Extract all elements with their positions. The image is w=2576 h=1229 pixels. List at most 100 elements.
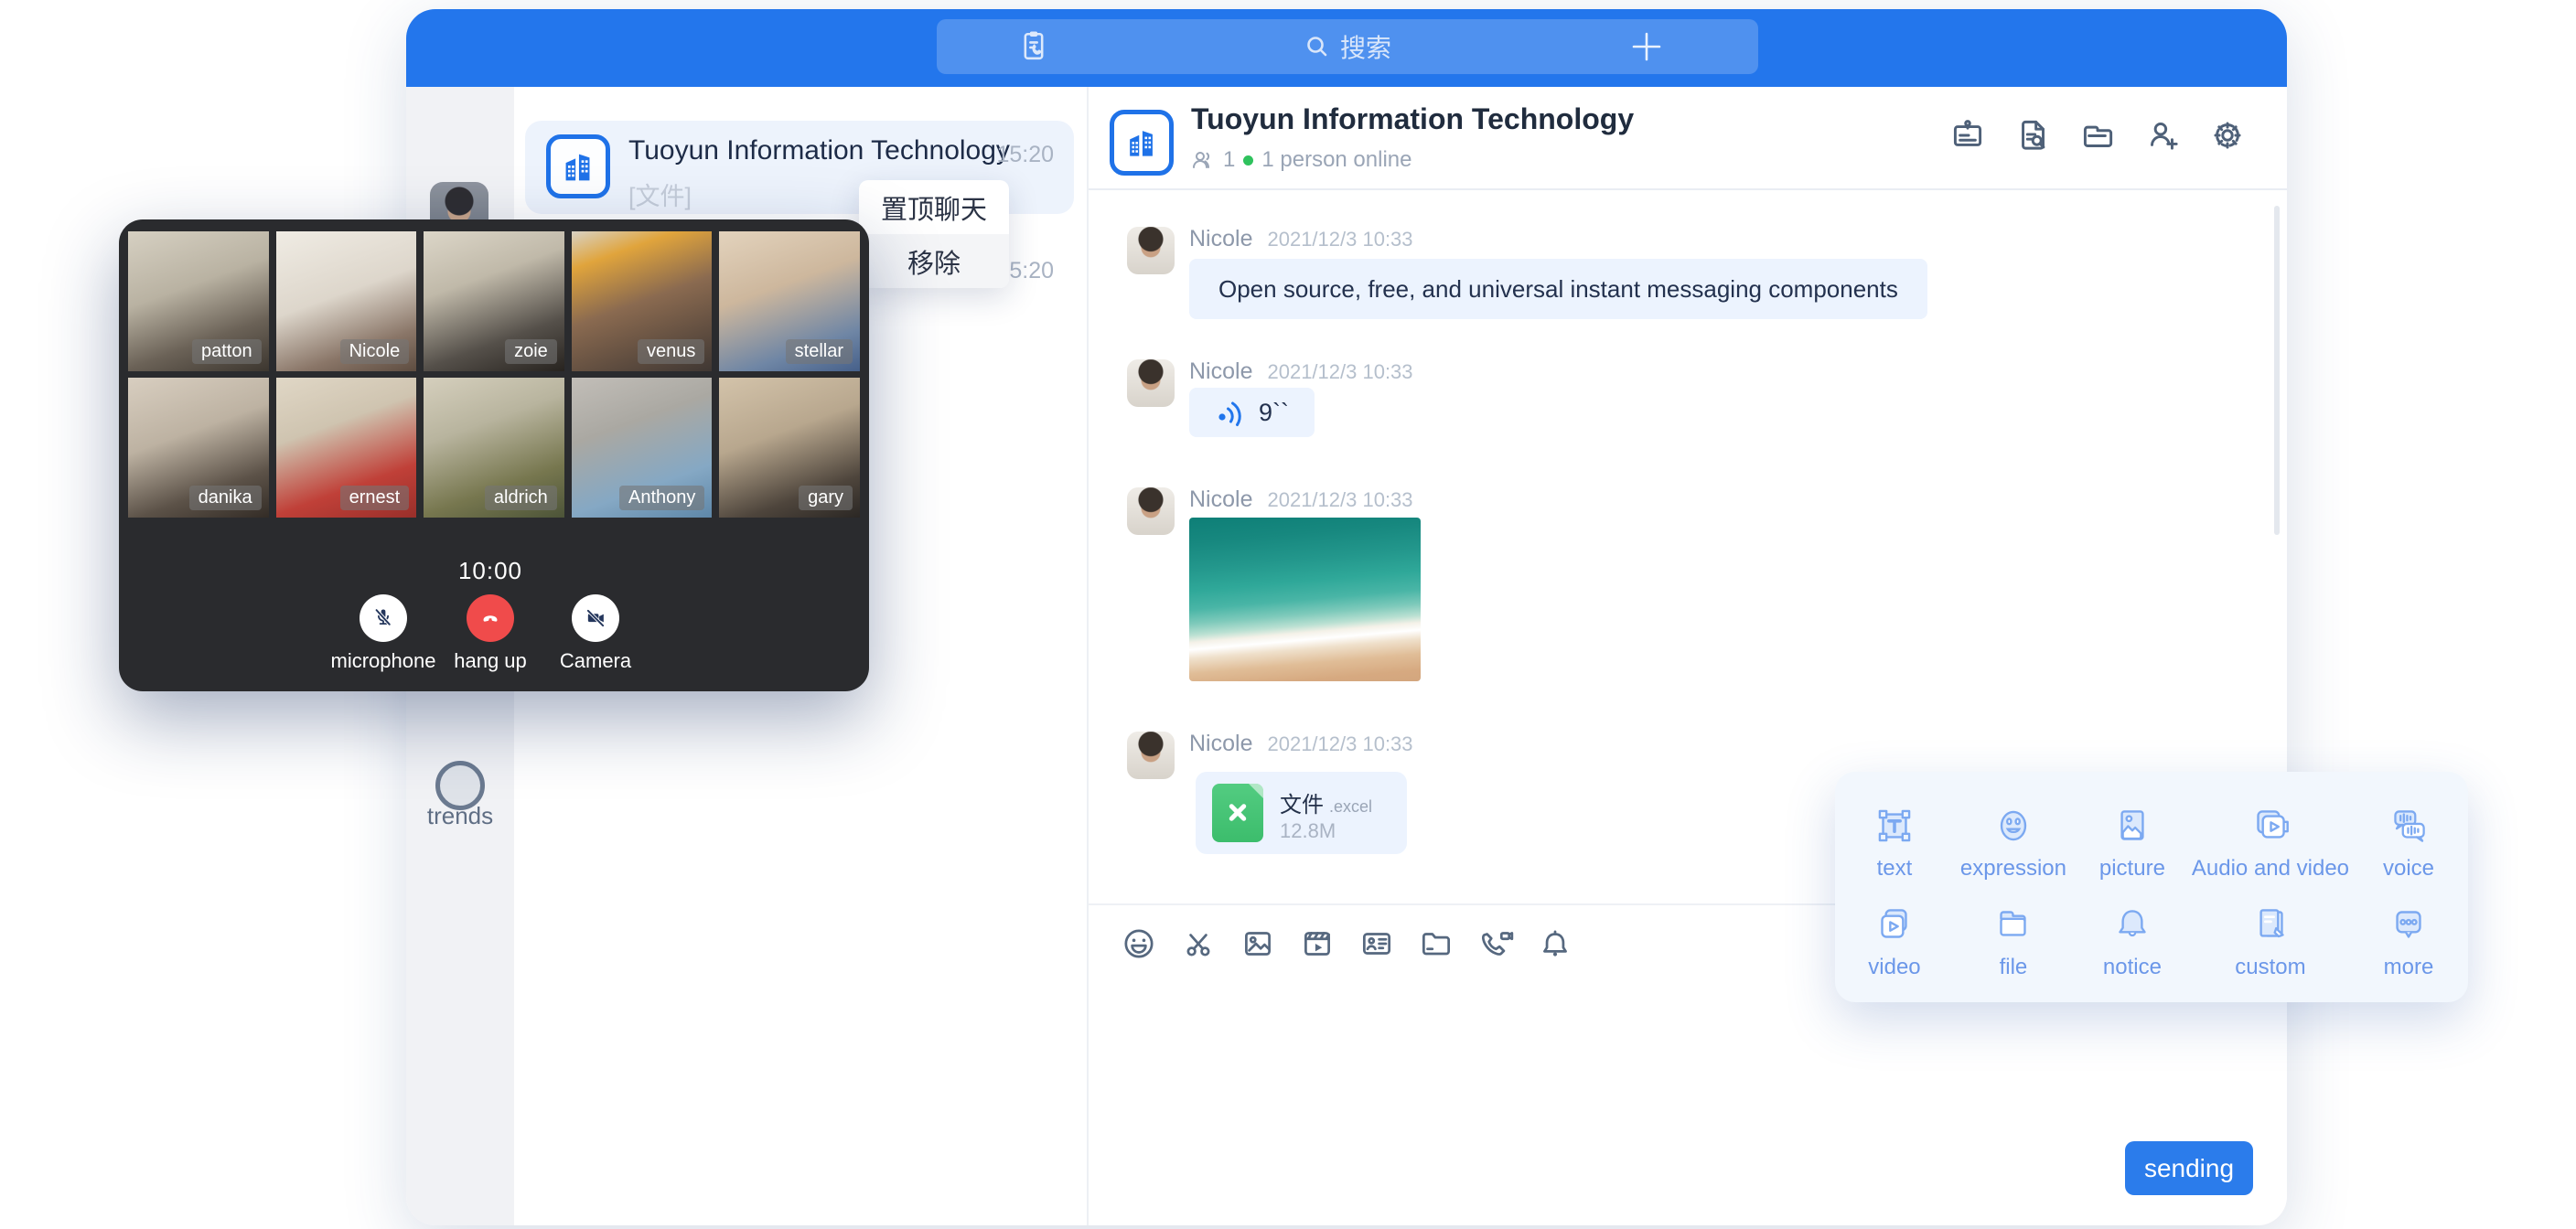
text-icon: [1870, 801, 1919, 850]
search-placeholder: 搜索: [1340, 28, 1391, 65]
participant-name: zoie: [505, 339, 557, 364]
video-tile[interactable]: Nicole: [276, 231, 417, 371]
feature-notice[interactable]: notice: [2073, 891, 2192, 989]
video-tile[interactable]: venus: [572, 231, 713, 371]
microphone-mute-button[interactable]: [360, 594, 407, 642]
voice-icon: [2384, 801, 2433, 850]
participant-name: aldrich: [485, 486, 557, 510]
conversation-time: 15:20: [996, 142, 1054, 168]
video-tile[interactable]: zoie: [424, 231, 564, 371]
sender-avatar[interactable]: [1127, 227, 1175, 274]
file-folder-icon[interactable]: [1417, 924, 1455, 963]
participant-name: stellar: [786, 339, 853, 364]
image-icon[interactable]: [1239, 924, 1277, 963]
send-button[interactable]: sending: [2125, 1141, 2253, 1195]
sender-avatar[interactable]: [1127, 487, 1175, 535]
online-dot: [1243, 155, 1253, 166]
chat-header-actions: [1947, 114, 2249, 158]
file-bubble[interactable]: 文件 .excel 12.8M: [1196, 772, 1407, 854]
sender-name: Nicole: [1189, 731, 1252, 757]
video-tile[interactable]: stellar: [719, 231, 860, 371]
feature-audio-video[interactable]: Audio and video: [2192, 792, 2349, 891]
file-size: 12.8M: [1280, 819, 1336, 843]
video-tile[interactable]: ernest: [276, 378, 417, 518]
hang-up-button[interactable]: [467, 594, 514, 642]
camera-off-button[interactable]: [572, 594, 619, 642]
participant-name: Nicole: [340, 339, 410, 364]
feature-label: voice: [2383, 856, 2434, 882]
emoji-icon[interactable]: [1120, 924, 1158, 963]
scrollbar[interactable]: [2274, 206, 2280, 535]
feature-label: video: [1868, 955, 1920, 980]
participant-name: venus: [638, 339, 704, 364]
conversation-last-message: [文件]: [628, 176, 692, 212]
trends-label[interactable]: trends: [406, 802, 514, 830]
feature-custom[interactable]: custom: [2192, 891, 2349, 989]
excel-file-icon: [1212, 784, 1263, 842]
sender-avatar[interactable]: [1127, 359, 1175, 407]
participant-name: gary: [799, 486, 853, 510]
participant-name: Anthony: [619, 486, 704, 510]
message-time: 2021/12/3 10:33: [1267, 488, 1412, 512]
participant-name: ernest: [340, 486, 410, 510]
participant-name: danika: [189, 486, 262, 510]
feature-label: Audio and video: [2192, 856, 2349, 882]
feature-voice[interactable]: voice: [2349, 792, 2468, 891]
top-bar: 搜索: [406, 9, 2287, 87]
feature-label: expression: [1960, 856, 2066, 882]
feature-label: custom: [2235, 955, 2305, 980]
video-clip-icon[interactable]: [1298, 924, 1336, 963]
video-tile[interactable]: aldrich: [424, 378, 564, 518]
members-icon: [1191, 149, 1215, 171]
search-bar[interactable]: 搜索: [937, 19, 1758, 74]
menu-item-pin-chat[interactable]: 置顶聊天: [859, 180, 1009, 234]
context-menu: 置顶聊天 移除: [859, 180, 1009, 288]
feature-file[interactable]: file: [1954, 891, 2073, 989]
add-member-icon[interactable]: [2141, 114, 2184, 156]
message-type-panel: text expression picture: [1835, 772, 2468, 1002]
notification-bell-icon[interactable]: [1536, 924, 1574, 963]
chat-history-search-icon[interactable]: [2012, 114, 2054, 156]
participant-grid: patton Nicole zoie venus stellar danika …: [128, 231, 860, 518]
feature-more[interactable]: more: [2349, 891, 2468, 989]
file-extension: .excel: [1329, 797, 1372, 816]
screenshot-scissors-icon[interactable]: [1179, 924, 1218, 963]
chat-subtitle: 1 1 person online: [1191, 147, 1411, 173]
online-status: 1 person online: [1261, 147, 1411, 173]
feature-video[interactable]: video: [1835, 891, 1954, 989]
sender-avatar[interactable]: [1127, 732, 1175, 779]
sender-name: Nicole: [1189, 486, 1252, 513]
audio-video-icon: [2246, 801, 2295, 850]
group-notice-icon[interactable]: [1947, 114, 1989, 156]
custom-icon: [2246, 900, 2295, 949]
chat-title: Tuoyun Information Technology: [1191, 102, 1634, 136]
video-tile[interactable]: patton: [128, 231, 269, 371]
add-icon[interactable]: [1627, 27, 1666, 66]
feature-picture[interactable]: picture: [2073, 792, 2192, 891]
beach-photo-message[interactable]: [1189, 518, 1421, 681]
feature-text[interactable]: text: [1835, 792, 1954, 891]
voice-bubble[interactable]: 9``: [1189, 388, 1315, 437]
group-files-icon[interactable]: [2077, 114, 2119, 156]
camera-label: Camera: [504, 649, 687, 673]
video-tile[interactable]: Anthony: [572, 378, 713, 518]
group-avatar-icon: [1110, 110, 1174, 176]
group-avatar-icon: [546, 134, 610, 198]
text-bubble[interactable]: Open source, free, and universal instant…: [1189, 259, 1927, 319]
menu-item-remove[interactable]: 移除: [859, 234, 1009, 288]
file-name: 文件: [1280, 793, 1324, 818]
contact-card-icon[interactable]: [1358, 924, 1396, 963]
settings-gear-icon[interactable]: [2206, 114, 2249, 156]
member-count: 1: [1223, 147, 1235, 173]
video-tile[interactable]: danika: [128, 378, 269, 518]
voice-wave-icon: [1215, 397, 1246, 428]
participant-name: patton: [192, 339, 262, 364]
video-call-icon[interactable]: [1476, 924, 1515, 963]
chat-header: Tuoyun Information Technology 1 1 person…: [1089, 87, 2287, 190]
video-tile[interactable]: gary: [719, 378, 860, 518]
notice-bell-icon: [2108, 900, 2157, 949]
video-call-window[interactable]: patton Nicole zoie venus stellar danika …: [119, 219, 869, 691]
feature-label: text: [1877, 856, 1913, 882]
voice-duration: 9``: [1259, 399, 1289, 427]
feature-expression[interactable]: expression: [1954, 792, 2073, 891]
